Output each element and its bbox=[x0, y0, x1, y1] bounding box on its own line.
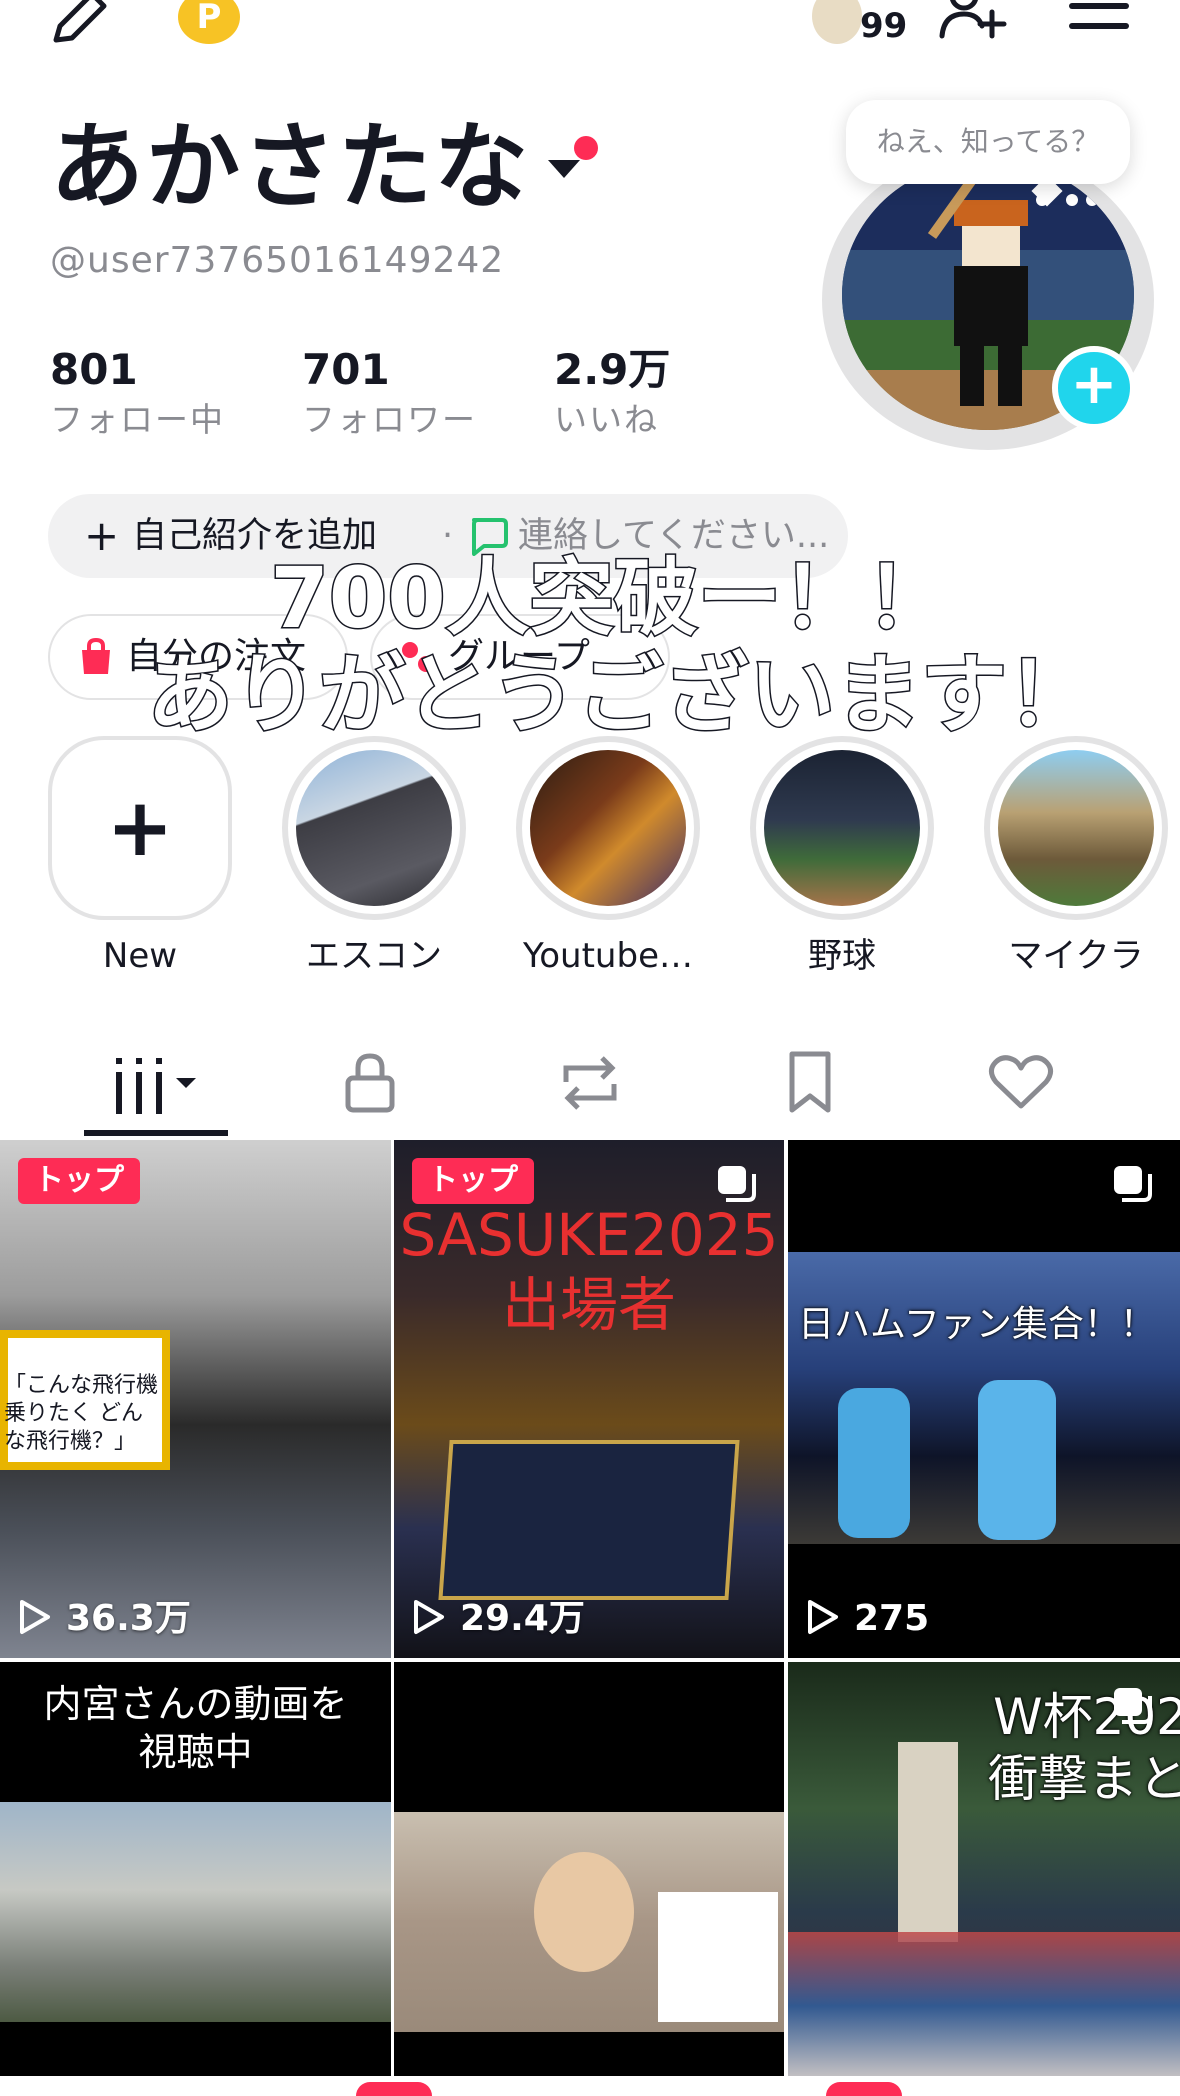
coin-icon[interactable]: P bbox=[178, 0, 240, 44]
avatar-add-button[interactable]: + bbox=[1052, 346, 1136, 430]
video-caption: 「こんな飛行機乗りたく どんな飛行機？」 bbox=[4, 1373, 159, 1454]
profile-tab-bar bbox=[0, 1040, 1180, 1140]
photo-carousel-icon bbox=[1114, 1166, 1152, 1202]
photo-carousel-icon bbox=[718, 1166, 756, 1202]
overlay-caption-line2: ありがとうございます！ bbox=[146, 644, 1095, 747]
followers-count: 701 bbox=[302, 345, 390, 394]
video-thumbnail-player bbox=[978, 1380, 1056, 1540]
following-stat[interactable]: 801 フォロー中 bbox=[50, 342, 225, 442]
play-icon bbox=[808, 1600, 838, 1634]
bottom-nav-indicator bbox=[356, 2082, 432, 2096]
play-icon bbox=[414, 1600, 444, 1634]
overlay-caption-line1: 700人突破ー！！ bbox=[269, 548, 951, 649]
pinned-top-badge: トップ bbox=[412, 1158, 534, 1204]
tab-liked[interactable] bbox=[982, 1040, 1066, 1140]
video-tile[interactable]: 内宮さんの動画を 視聴中 bbox=[0, 1662, 391, 2080]
account-switch-caret-icon[interactable] bbox=[548, 160, 580, 178]
video-thumbnail-player bbox=[838, 1388, 910, 1538]
pencil-icon[interactable] bbox=[50, 0, 114, 44]
highlight-thumb bbox=[750, 736, 934, 920]
pinned-top-badge: トップ bbox=[18, 1158, 140, 1204]
followers-stat[interactable]: 701 フォロワー bbox=[302, 342, 477, 442]
add-friend-icon[interactable] bbox=[938, 0, 1008, 44]
video-thumbnail-face bbox=[534, 1852, 634, 1972]
likes-count: 2.9万 bbox=[554, 345, 671, 394]
highlight-label: マイクラ bbox=[1008, 936, 1144, 976]
highlight-thumb bbox=[282, 736, 466, 920]
highlight-new[interactable]: + New bbox=[48, 736, 232, 986]
highlight-thumb bbox=[984, 736, 1168, 920]
video-tile[interactable]: 日ハムファン集合！！ 275 bbox=[788, 1140, 1180, 1658]
video-thumbnail-logo bbox=[438, 1440, 740, 1600]
highlight-youtube[interactable]: Youtube… bbox=[516, 736, 700, 986]
video-caption: SASUKE2025 出場者 bbox=[399, 1201, 779, 1339]
highlight-image bbox=[998, 750, 1154, 906]
likes-label: いいね bbox=[554, 400, 659, 439]
video-tile[interactable]: W杯202 衝撃まと bbox=[788, 1662, 1180, 2080]
followers-label: フォロワー bbox=[302, 400, 477, 439]
video-tile[interactable]: SASUKE2025 出場者 トップ 29.4万 bbox=[394, 1140, 784, 1658]
highlight-escon[interactable]: エスコン bbox=[282, 736, 466, 986]
plus-icon: + bbox=[106, 781, 174, 874]
highlight-image bbox=[764, 750, 920, 906]
notification-count-badge: 99 bbox=[860, 6, 908, 46]
bookmark-icon bbox=[789, 1051, 831, 1113]
highlight-image bbox=[296, 750, 452, 906]
video-tile[interactable] bbox=[394, 1662, 784, 2080]
video-thumbnail-crowd bbox=[788, 1932, 1180, 2080]
notification-dot bbox=[574, 136, 598, 160]
view-count: 36.3万 bbox=[18, 1594, 191, 1644]
view-count: 275 bbox=[806, 1594, 929, 1644]
speech-bubble[interactable]: ねえ、知ってる？ bbox=[846, 100, 1130, 184]
highlight-label: 野球 bbox=[808, 936, 876, 976]
video-tile[interactable]: 「こんな飛行機乗りたく どんな飛行機？」 トップ 36.3万 bbox=[0, 1140, 391, 1658]
friend-avatar-icon[interactable] bbox=[812, 0, 862, 44]
photo-carousel-icon bbox=[1114, 1688, 1152, 1724]
highlight-minecraft[interactable]: マイクラ bbox=[984, 736, 1168, 986]
heart-icon bbox=[988, 1055, 1054, 1109]
highlight-thumb bbox=[516, 736, 700, 920]
tab-reposts[interactable] bbox=[550, 1040, 630, 1140]
highlight-new-thumb: + bbox=[48, 736, 232, 920]
highlight-label: Youtube… bbox=[523, 936, 693, 976]
view-count: 29.4万 bbox=[412, 1594, 585, 1644]
display-name[interactable]: あかさたな bbox=[50, 108, 530, 228]
video-thumbnail-scoreboard bbox=[658, 1892, 778, 2022]
play-icon bbox=[20, 1600, 50, 1634]
bottom-nav-indicator bbox=[826, 2082, 902, 2096]
highlight-label: エスコン bbox=[306, 936, 442, 976]
top-bar: P 99 bbox=[0, 0, 1180, 60]
videos-grid-icon bbox=[116, 1058, 196, 1114]
tab-private[interactable] bbox=[330, 1040, 410, 1140]
video-thumbnail-image bbox=[0, 1802, 391, 2022]
video-caption: 日ハムファン集合！！ bbox=[798, 1304, 1156, 1345]
likes-stat[interactable]: 2.9万 いいね bbox=[554, 342, 670, 442]
highlight-label: New bbox=[102, 936, 178, 976]
following-label: フォロー中 bbox=[50, 400, 225, 439]
lock-icon bbox=[345, 1053, 395, 1113]
following-count: 801 bbox=[50, 345, 138, 394]
highlight-baseball[interactable]: 野球 bbox=[750, 736, 934, 986]
menu-icon[interactable] bbox=[1068, 0, 1130, 40]
video-grid: 「こんな飛行機乗りたく どんな飛行機？」 トップ 36.3万 SASUKE202… bbox=[0, 1140, 1180, 2080]
bottom-nav-edge bbox=[0, 2076, 1180, 2096]
tab-saved[interactable] bbox=[770, 1040, 850, 1140]
active-tab-indicator bbox=[84, 1130, 228, 1136]
repost-icon bbox=[563, 1056, 617, 1110]
video-caption: 内宮さんの動画を 視聴中 bbox=[43, 1682, 348, 1774]
username: @user73765016149242 bbox=[50, 240, 505, 281]
highlight-image bbox=[530, 750, 686, 906]
tab-videos[interactable] bbox=[110, 1040, 206, 1140]
